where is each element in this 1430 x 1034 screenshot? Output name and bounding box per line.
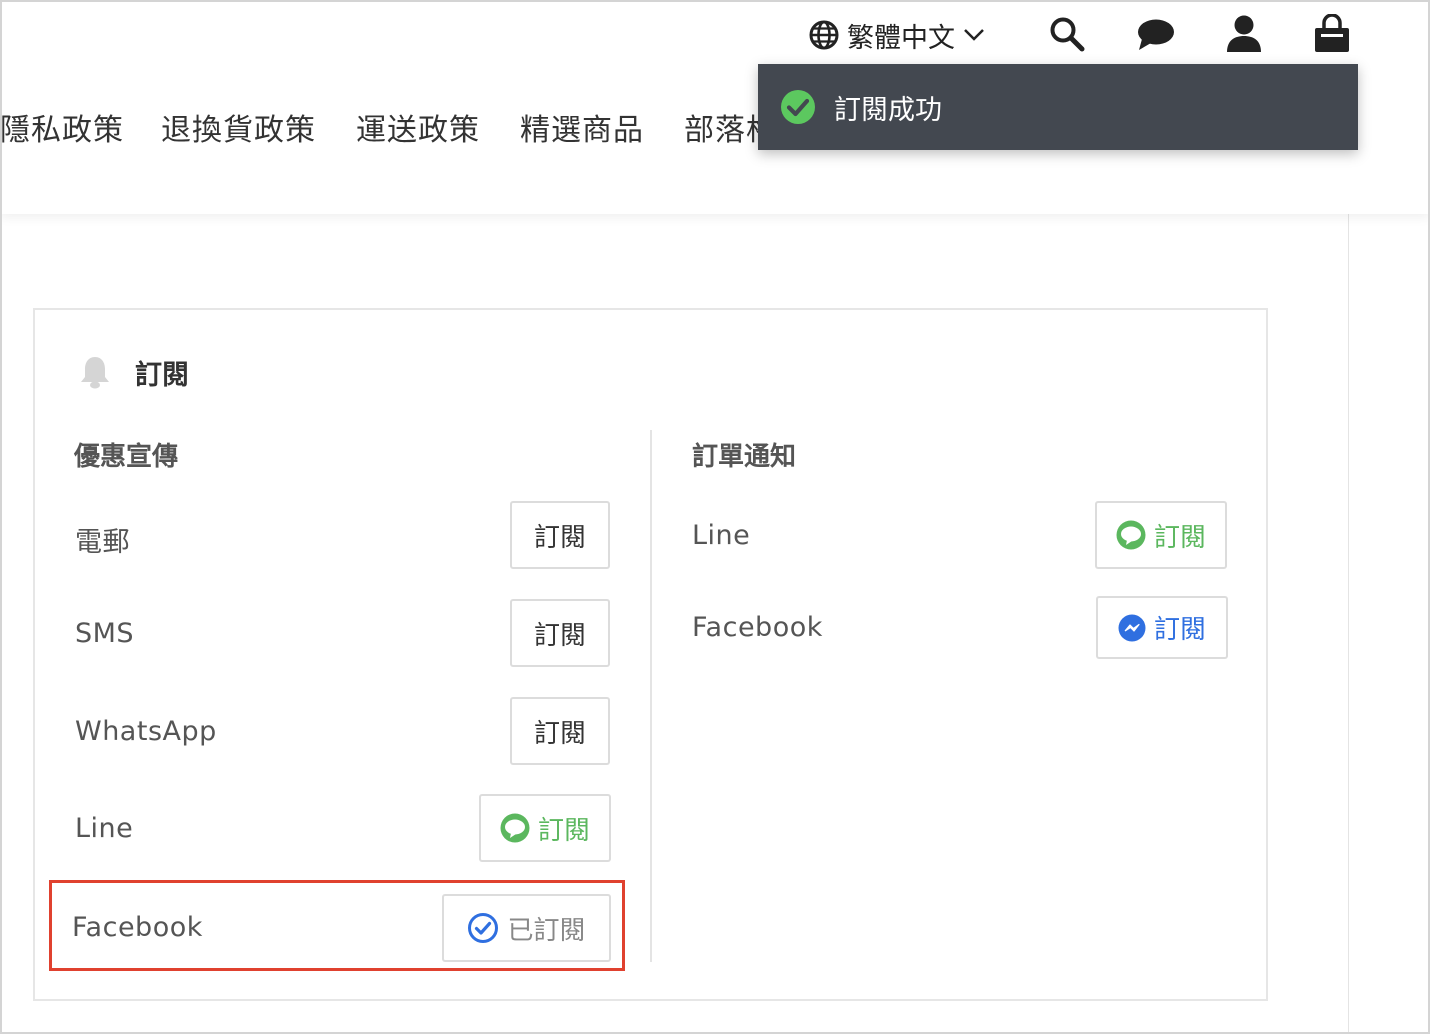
page-divider [1348, 214, 1349, 1034]
order-line-subscribe-button[interactable]: 訂閱 [1095, 501, 1227, 569]
line-icon [500, 813, 530, 843]
nav-item-privacy[interactable]: 隱私政策 [0, 105, 124, 149]
button-label: 訂閱 [533, 620, 586, 651]
order-line-label: Line [692, 520, 751, 551]
promo-email-label: 電郵 [75, 527, 130, 558]
nav-item-returns[interactable]: 退換貨政策 [161, 105, 316, 149]
button-label: 訂閱 [537, 815, 590, 846]
language-selector[interactable]: 繁體中文 [809, 16, 985, 54]
order-notifications-heading: 訂單通知 [692, 442, 797, 472]
card-title: 訂閱 [79, 352, 189, 392]
shopping-bag-icon[interactable] [1312, 14, 1352, 54]
button-label: 訂閱 [1153, 615, 1206, 645]
button-label: 訂閱 [533, 522, 586, 553]
user-icon[interactable] [1225, 14, 1263, 54]
promo-sms-label: SMS [75, 618, 135, 649]
order-facebook-subscribe-button[interactable]: 訂閱 [1096, 596, 1228, 659]
success-toast: 訂閱成功 [758, 64, 1358, 150]
chevron-down-icon [964, 29, 984, 41]
promotions-heading: 優惠宣傳 [74, 442, 179, 472]
order-facebook-label: Facebook [692, 612, 823, 643]
toast-message: 訂閱成功 [834, 94, 942, 126]
nav-item-shipping[interactable]: 運送政策 [356, 105, 480, 149]
promo-line-subscribe-button[interactable]: 訂閱 [479, 794, 611, 862]
card-title-text: 訂閱 [135, 359, 189, 391]
check-circle-icon [781, 90, 815, 124]
bell-icon [81, 357, 109, 389]
button-label: 訂閱 [533, 718, 586, 749]
language-label: 繁體中文 [847, 22, 955, 54]
promo-email-subscribe-button[interactable]: 訂閱 [510, 501, 610, 569]
promo-sms-subscribe-button[interactable]: 訂閱 [510, 599, 610, 667]
messenger-icon [1118, 614, 1146, 641]
promo-line-label: Line [75, 813, 134, 844]
search-icon[interactable] [1049, 16, 1085, 52]
highlight-annotation [49, 880, 625, 971]
nav-item-featured[interactable]: 精選商品 [520, 105, 644, 149]
line-icon [1116, 520, 1146, 550]
promo-whatsapp-subscribe-button[interactable]: 訂閱 [510, 697, 610, 765]
chat-icon[interactable] [1136, 18, 1176, 52]
button-label: 訂閱 [1153, 522, 1206, 553]
promo-whatsapp-label: WhatsApp [75, 716, 217, 747]
globe-icon [809, 20, 839, 50]
column-divider [650, 430, 652, 962]
